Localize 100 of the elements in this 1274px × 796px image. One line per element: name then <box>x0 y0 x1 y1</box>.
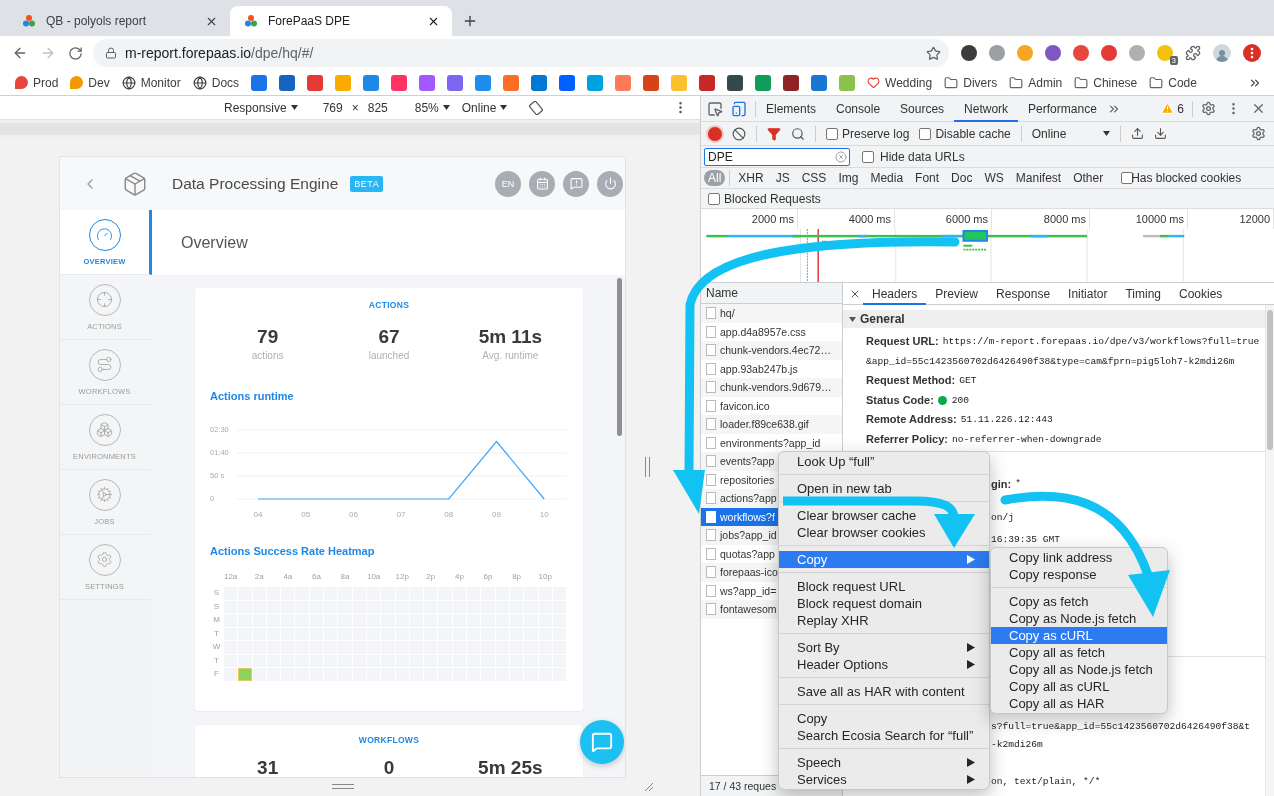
corner-resize-icon[interactable] <box>643 781 653 791</box>
menu-item[interactable]: Save all as HAR with content <box>779 683 979 700</box>
throttling-select[interactable]: Online <box>461 100 508 115</box>
bookmark-icon[interactable] <box>559 74 576 91</box>
resize-handle[interactable] <box>645 457 650 477</box>
browser-tab[interactable]: QB - polyols report <box>8 6 230 36</box>
search-icon[interactable] <box>791 126 805 141</box>
reload-icon[interactable] <box>68 45 83 61</box>
section-header[interactable]: General <box>843 310 1265 328</box>
settings-icon[interactable] <box>1201 101 1216 116</box>
detail-tab[interactable]: Preview <box>926 282 988 305</box>
bookmark[interactable]: Dev <box>70 75 110 90</box>
upload-icon[interactable] <box>1130 127 1144 140</box>
bookmark-icon[interactable] <box>531 74 548 91</box>
height-field[interactable]: 825 <box>362 100 393 115</box>
filter-field[interactable]: DPE <box>704 147 850 166</box>
warnings-button[interactable]: 6 <box>1161 101 1184 116</box>
bookmark-icon[interactable] <box>811 74 828 91</box>
bookmark-icon[interactable] <box>727 74 744 91</box>
menu-item[interactable]: Copy as cURL <box>991 627 1167 644</box>
type-filter[interactable]: Manifest <box>1011 170 1066 186</box>
menu-item[interactable]: Copy <box>779 551 989 568</box>
bookmark-icon[interactable] <box>307 74 324 91</box>
bookmark[interactable]: Monitor <box>121 75 181 90</box>
clear-icon[interactable] <box>835 150 847 163</box>
request-row[interactable]: chunk-vendors.4ec72… <box>701 341 842 360</box>
checkbox[interactable] <box>919 127 932 140</box>
settings-icon[interactable] <box>1251 126 1266 141</box>
type-filter[interactable]: Font <box>911 170 944 186</box>
bookmark-icon[interactable] <box>251 74 268 91</box>
device-icon[interactable] <box>731 100 747 117</box>
browser-tab[interactable]: ForePaaS DPE <box>230 6 452 36</box>
type-filter[interactable]: JS <box>771 170 794 186</box>
download-icon[interactable] <box>1153 127 1167 140</box>
checkbox[interactable] <box>1121 172 1134 184</box>
extension-icon[interactable] <box>1157 45 1173 61</box>
zoom-select[interactable]: 85% <box>414 100 450 115</box>
inspect-icon[interactable] <box>707 100 723 117</box>
menu-item[interactable]: Copy all as HAR <box>991 695 1119 712</box>
bookmark-icon[interactable] <box>699 74 716 91</box>
checkbox[interactable] <box>708 192 720 205</box>
type-filter[interactable]: Img <box>834 170 863 186</box>
bookmark-icon[interactable] <box>279 74 296 91</box>
bookmark-icon[interactable] <box>643 74 660 91</box>
panel-tab[interactable]: Sources <box>890 95 955 122</box>
type-filter[interactable]: Other <box>1069 170 1108 186</box>
menu-item[interactable]: Copy as fetch <box>991 593 1103 610</box>
detail-tab[interactable]: Timing <box>1116 282 1170 305</box>
menu-item[interactable]: Search Ecosia Search for “full” <box>779 727 988 744</box>
bookmark[interactable]: Admin <box>1009 75 1063 90</box>
star-icon[interactable] <box>926 45 941 61</box>
record-button[interactable] <box>708 126 722 141</box>
bookmark[interactable]: Wedding <box>867 75 933 90</box>
menu-item[interactable]: Copy all as cURL <box>991 678 1124 695</box>
address-field[interactable]: m-report.forepaas.io/dpe/hq/#/ <box>93 39 949 67</box>
detail-tab[interactable]: Response <box>987 282 1060 305</box>
bookmark-icon[interactable] <box>447 74 464 91</box>
menu-item[interactable]: Copy all as fetch <box>991 644 1120 661</box>
detail-tab[interactable]: Headers <box>863 282 927 305</box>
extension-icon[interactable] <box>961 45 977 61</box>
bookmark[interactable]: Code <box>1149 75 1197 90</box>
rotate-icon[interactable] <box>529 100 544 115</box>
request-row[interactable]: chunk-vendors.9d679… <box>701 378 842 397</box>
device-select[interactable]: Responsive <box>224 100 298 115</box>
type-filter[interactable]: CSS <box>797 170 831 186</box>
puzzle-icon[interactable] <box>1185 45 1201 61</box>
resize-handle[interactable] <box>331 784 354 789</box>
type-filter[interactable]: Media <box>866 170 908 186</box>
menu-item[interactable]: Copy link address <box>991 549 1127 566</box>
back-icon[interactable] <box>12 45 28 61</box>
panel-tab[interactable]: Console <box>826 95 891 122</box>
request-row[interactable]: loader.f89ce638.gif <box>701 415 842 434</box>
menu-item[interactable]: Copy response <box>991 566 1111 583</box>
bookmark-icon[interactable] <box>783 74 800 91</box>
bookmark[interactable]: Chinese <box>1074 75 1138 90</box>
panel-tab[interactable]: Elements <box>756 95 827 122</box>
checkbox[interactable] <box>826 127 838 140</box>
bookmark[interactable]: Divers <box>944 75 998 90</box>
type-filter[interactable]: WS <box>980 170 1008 186</box>
menu-item[interactable]: Copy as Node.js fetch <box>991 610 1151 627</box>
menu-item[interactable]: Sort By <box>779 639 989 656</box>
bookmark[interactable]: Prod <box>15 75 59 90</box>
ban-icon[interactable] <box>732 126 746 141</box>
throttling-select[interactable]: Online <box>1031 126 1110 141</box>
type-filter[interactable]: Doc <box>947 170 977 186</box>
panel-tab[interactable]: Performance <box>1018 95 1107 122</box>
width-field[interactable]: 769 <box>317 100 348 115</box>
request-row[interactable]: hq/ <box>701 304 842 323</box>
checkbox[interactable] <box>862 150 874 163</box>
menu-icon[interactable] <box>1243 44 1261 62</box>
menu-item[interactable]: Speech <box>779 754 989 771</box>
menu-item[interactable]: Copy <box>779 710 842 727</box>
menu-item[interactable]: Header Options <box>779 656 989 673</box>
extension-icon[interactable] <box>1045 45 1061 61</box>
detail-tab[interactable]: Initiator <box>1059 282 1117 305</box>
detail-tab[interactable]: Cookies <box>1170 282 1232 305</box>
bookmark[interactable]: Docs <box>192 75 240 90</box>
filter-icon[interactable] <box>767 126 781 141</box>
type-filter[interactable]: XHR <box>734 170 768 186</box>
plus-icon[interactable] <box>462 13 478 29</box>
